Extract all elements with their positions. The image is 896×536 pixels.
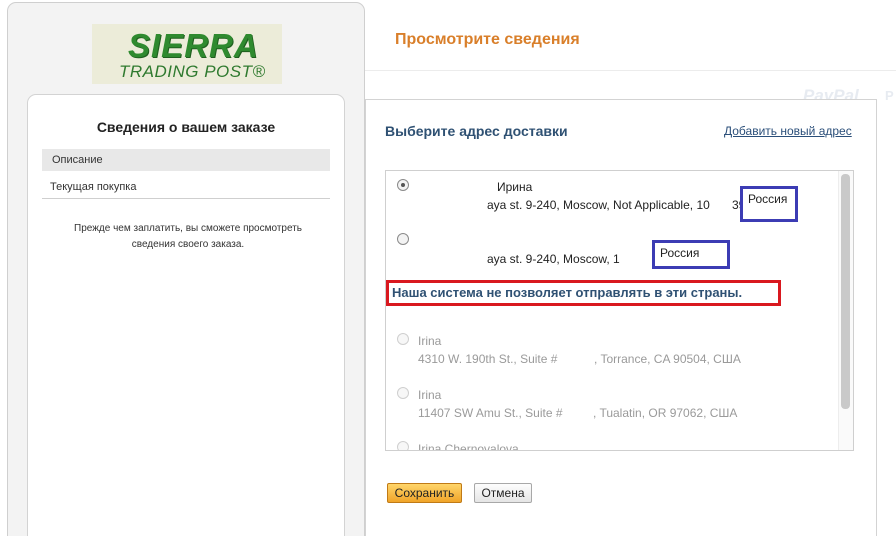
warning-text: Наша система не позволяет отправлять в э… [392,285,743,300]
header-divider [365,70,896,71]
pre-payment-note: Прежде чем заплатить, вы сможете просмот… [74,223,302,250]
address-list-scrollbar[interactable] [838,171,853,450]
address-5-name: Irina Chernovalova [418,442,519,451]
country-highlight-2: Россия [652,240,730,269]
shipping-title: Выберите адрес доставки [385,123,568,139]
address-4-street: 11407 SW Amu St., Suite # [418,406,563,420]
address-1-street: aya st. 9-240, Moscow, Not Applicable, 1… [487,198,710,212]
address-2-street: aya st. 9-240, Moscow, 1 [487,252,620,266]
country-highlight-1: Россия [740,186,798,222]
paypal-watermark-fragment: P [885,88,894,103]
cancel-button[interactable]: Отмена [474,483,532,503]
address-2-country: Россия [660,246,700,260]
address-4-name: Irina [418,388,442,402]
address-radio-3[interactable] [397,333,409,345]
order-details-card: Сведения о вашем заказе Описание Текущая… [27,94,345,536]
page-title: Просмотрите сведения [395,31,580,48]
address-radio-5[interactable] [397,441,409,450]
shipping-restriction-warning: Наша система не позволяет отправлять в э… [386,280,781,306]
address-4-street-tail: , Tualatin, OR 97062, США [593,406,738,420]
order-summary-panel: SIERRA TRADING POST® Сведения о вашем за… [7,2,365,536]
address-radio-2[interactable] [397,233,409,245]
description-header: Описание [42,149,330,171]
scrollbar-thumb[interactable] [841,174,850,409]
order-details-title: Сведения о вашем заказе [96,119,276,135]
address-3-street: 4310 W. 190th St., Suite # [418,352,558,366]
merchant-logo: SIERRA TRADING POST® [92,24,282,84]
address-3-street-tail: , Torrance, CA 90504, США [594,352,741,366]
add-new-address-link[interactable]: Добавить новый адрес [724,124,852,138]
address-1-country: Россия [748,192,788,206]
address-radio-4[interactable] [397,387,409,399]
logo-trading-post-text: TRADING POST® [119,62,266,81]
current-purchase-label: Текущая покупка [42,175,330,199]
address-3-name: Irina [418,334,442,348]
logo-sierra-text: SIERRA [128,27,259,64]
address-1-name: Ирина [497,180,533,194]
save-button[interactable]: Сохранить [387,483,462,503]
address-radio-1[interactable] [397,179,409,191]
